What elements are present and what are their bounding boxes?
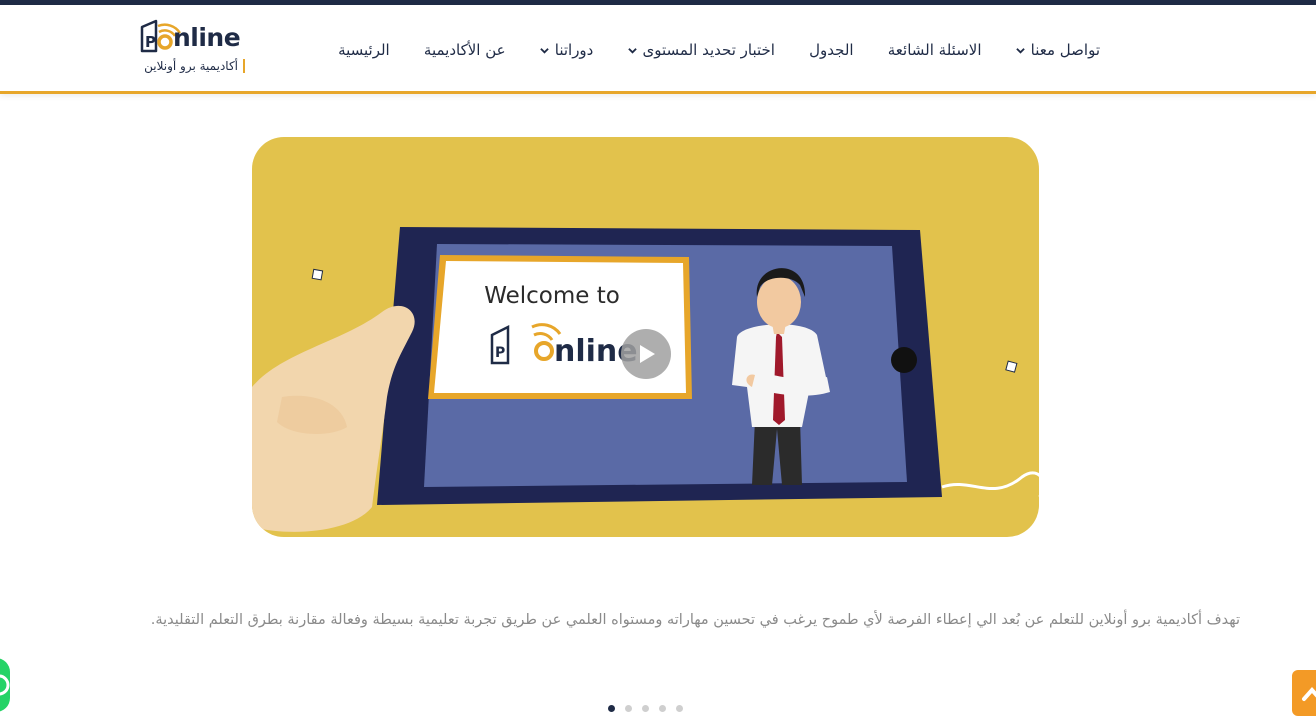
play-icon	[640, 345, 655, 363]
nav-label: عن الأكاديمية	[423, 41, 506, 59]
chevron-down-icon	[1015, 47, 1025, 54]
site-header: P nline أكاديمية برو أونلاين الرئيسية عن…	[0, 5, 1316, 94]
nav-about[interactable]: عن الأكاديمية	[424, 41, 506, 59]
whatsapp-icon	[0, 674, 10, 696]
nav-contact[interactable]: تواصل معنا	[1015, 41, 1100, 59]
carousel-dot[interactable]	[608, 705, 615, 712]
nav-label: الاسئلة الشائعة	[887, 41, 982, 59]
logo-subtitle: أكاديمية برو أونلاين	[144, 59, 245, 73]
main-nav: الرئيسية عن الأكاديمية دوراتنا اختبار تح…	[338, 35, 1100, 65]
nav-label: الجدول	[809, 41, 854, 59]
chevron-down-icon	[540, 47, 549, 54]
academy-description: تهدف أكاديمية برو أونلاين للتعلم عن بُعد…	[150, 611, 1240, 628]
nav-label: الرئيسية	[338, 41, 390, 59]
whatsapp-button[interactable]	[0, 658, 10, 712]
play-button[interactable]	[621, 329, 671, 379]
arrow-up-icon	[1302, 686, 1316, 701]
nav-home[interactable]: الرئيسية	[338, 41, 390, 59]
carousel-dot[interactable]	[625, 705, 632, 712]
scroll-to-top-button[interactable]	[1292, 670, 1316, 716]
logo-wordmark: nline	[173, 23, 241, 52]
screen-logo-letter: P	[495, 345, 505, 361]
site-logo[interactable]: P nline أكاديمية برو أونلاين	[136, 17, 251, 81]
nav-placement-test[interactable]: اختبار تحديد المستوى	[627, 41, 775, 59]
nav-label: دوراتنا	[554, 41, 594, 59]
carousel-pagination	[608, 705, 683, 712]
logo-letter: P	[145, 33, 156, 51]
nav-label: تواصل معنا	[1030, 41, 1100, 59]
carousel-dot[interactable]	[659, 705, 666, 712]
chevron-down-icon	[627, 47, 637, 54]
carousel-dot[interactable]	[676, 705, 683, 712]
nav-schedule[interactable]: الجدول	[809, 41, 853, 59]
nav-courses[interactable]: دوراتنا	[540, 41, 594, 59]
carousel-dot[interactable]	[642, 705, 649, 712]
nav-label: اختبار تحديد المستوى	[642, 41, 775, 59]
nav-faq[interactable]: الاسئلة الشائعة	[888, 41, 982, 59]
screen-welcome-text: Welcome to	[484, 283, 620, 309]
